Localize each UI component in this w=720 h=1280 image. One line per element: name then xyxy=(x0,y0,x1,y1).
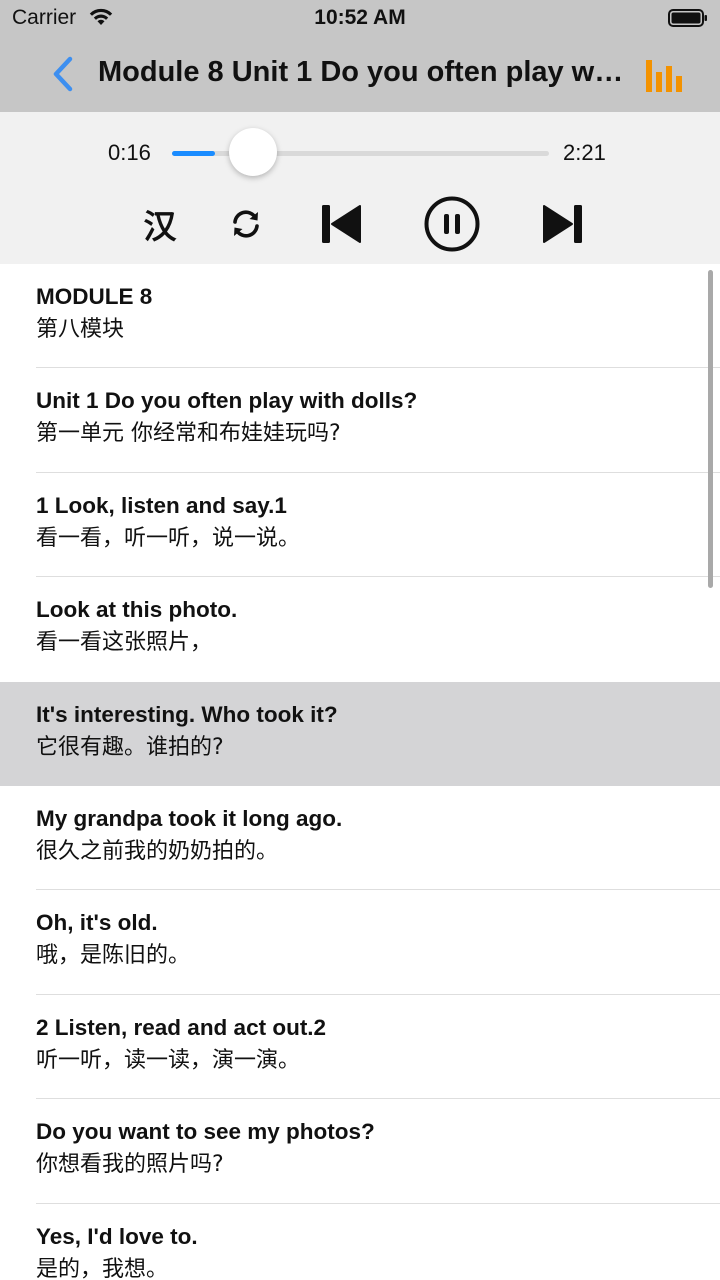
sentence-english: Do you want to see my photos? xyxy=(36,1119,375,1145)
list-item[interactable]: 1 Look, listen and say.1 看一看，听一听，说一说。 xyxy=(0,473,720,578)
list-item[interactable]: 2 Listen, read and act out.2 听一听，读一读，演一演。 xyxy=(0,995,720,1100)
sentence-english: 1 Look, listen and say.1 xyxy=(36,492,287,518)
progress-thumb[interactable] xyxy=(228,128,277,176)
list-item[interactable]: Yes, I'd love to. 是的，我想。 xyxy=(0,1204,720,1280)
sentence-english: Yes, I'd love to. xyxy=(36,1223,198,1249)
list-item[interactable]: It's interesting. Who took it? 它很有趣。谁拍的? xyxy=(0,681,720,786)
navigation-bar: Module 8 Unit 1 Do you often play with d… xyxy=(0,36,720,112)
sentence-chinese: 哦，是陈旧的。 xyxy=(36,943,191,969)
list-item[interactable]: My grandpa took it long ago. 很久之前我的奶奶拍的。 xyxy=(0,786,720,891)
sentence-chinese: 听一听，读一读，演一演。 xyxy=(36,1047,301,1073)
sentence-english: Oh, it's old. xyxy=(36,910,158,936)
bar-chart-icon[interactable] xyxy=(644,56,688,96)
sentence-chinese: 看一看，听一听，说一说。 xyxy=(36,525,301,551)
chevron-left-icon[interactable] xyxy=(48,54,76,94)
sentence-list: MODULE 8 第八模块 Unit 1 Do you often play wit… xyxy=(0,264,720,1280)
repeat-button[interactable] xyxy=(225,196,267,252)
sentence-english: Unit 1 Do you often play with dolls? xyxy=(36,388,418,414)
sentence-chinese: 它很有趣。谁拍的? xyxy=(36,734,224,760)
skip-back-icon xyxy=(322,205,361,243)
sentence-english: Look at this photo. xyxy=(36,597,238,623)
sentence-chinese: 很久之前我的奶奶拍的。 xyxy=(36,838,279,864)
list-item[interactable]: Unit 1 Do you often play with dolls? 第一单元… xyxy=(0,368,720,473)
clock-label: 10:52 AM xyxy=(314,6,406,29)
sentence-english: My grandpa took it long ago. xyxy=(36,805,343,831)
page-title: Module 8 Unit 1 Do you often play with d… xyxy=(98,56,628,88)
list-item[interactable]: Oh, it's old. 哦，是陈旧的。 xyxy=(0,890,720,995)
total-time: 2:21 xyxy=(563,140,606,165)
translation-toggle-button[interactable]: 汉 xyxy=(136,196,184,252)
sentence-chinese: 看一看这张照片， xyxy=(36,630,213,656)
audio-player: 0:16 2:21 汉 xyxy=(0,112,720,264)
sentence-english: It's interesting. Who took it? xyxy=(36,701,338,727)
battery-icon xyxy=(668,9,707,27)
sentence-chinese: 第一单元 你经常和布娃娃玩吗? xyxy=(36,421,341,447)
header-bar: Carrier 10:52 AM Module 8 Unit 1 Do you … xyxy=(0,0,720,112)
skip-forward-icon xyxy=(543,205,582,243)
next-button[interactable] xyxy=(540,196,586,252)
pause-button[interactable] xyxy=(422,196,482,252)
status-bar: Carrier 10:52 AM xyxy=(0,0,720,36)
sentence-english: MODULE 8 xyxy=(36,284,153,309)
list-item[interactable]: Look at this photo. 看一看这张照片， xyxy=(0,577,720,681)
scrollbar[interactable] xyxy=(708,270,713,588)
sentence-chinese: 你想看我的照片吗? xyxy=(36,1152,224,1178)
repeat-icon xyxy=(233,210,259,238)
previous-button[interactable] xyxy=(318,196,364,252)
current-time: 0:16 xyxy=(108,140,151,165)
sentence-english: 2 Listen, read and act out.2 xyxy=(36,1014,327,1040)
list-item[interactable]: MODULE 8 第八模块 xyxy=(0,264,720,369)
progress-fill xyxy=(172,151,215,156)
pause-circle-icon xyxy=(424,196,480,252)
list-item[interactable]: Do you want to see my photos? 你想看我的照片吗? xyxy=(0,1099,720,1204)
sentence-chinese: 是的，我想。 xyxy=(36,1256,169,1280)
sentence-chinese: 第八模块 xyxy=(36,317,125,342)
